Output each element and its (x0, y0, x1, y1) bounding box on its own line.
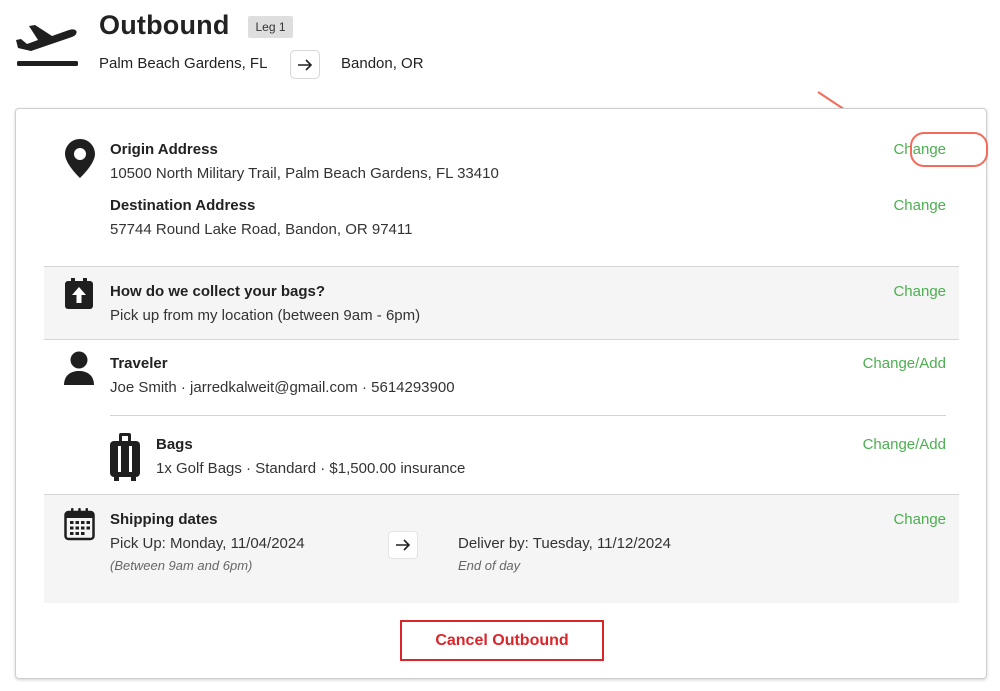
outbound-details-card: Origin Address 10500 North Military Trai… (15, 108, 988, 679)
destination-address-value: 57744 Round Lake Road, Bandon, OR 97411 (110, 221, 413, 238)
traveler-section: Traveler Joe Smith · jarredkalweit@gmail… (44, 340, 959, 494)
origin-address-value: 10500 North Military Trail, Palm Beach G… (110, 165, 499, 182)
bags-label: Bags (156, 436, 193, 453)
destination-address-label: Destination Address (110, 197, 256, 214)
pickup-date: Pick Up: Monday, 11/04/2024 (110, 535, 305, 552)
calendar-icon (64, 508, 95, 541)
deliver-note: End of day (458, 558, 521, 573)
pickup-note: (Between 9am and 6pm) (110, 558, 253, 573)
traveler-bags-divider (110, 415, 946, 416)
person-icon (64, 351, 94, 385)
plane-departure-icon (16, 25, 78, 66)
address-section: Origin Address 10500 North Military Trai… (44, 109, 988, 266)
luggage-icon (110, 433, 140, 481)
bag-pickup-icon (65, 278, 93, 309)
collection-section: How do we collect your bags? Pick up fro… (44, 267, 959, 339)
change-add-traveler-button[interactable]: Change/Add (863, 355, 946, 372)
change-shipping-dates-button[interactable]: Change (893, 511, 946, 528)
change-collection-button[interactable]: Change (893, 283, 946, 300)
leg-badge: Leg 1 (248, 16, 293, 38)
highlight-annotation (910, 132, 988, 167)
route-origin-city: Palm Beach Gardens, FL (99, 55, 268, 72)
route-destination-city: Bandon, OR (341, 55, 424, 72)
route-arrow (290, 50, 320, 79)
shipping-dates-label: Shipping dates (110, 511, 218, 528)
origin-address-label: Origin Address (110, 141, 218, 158)
cancel-outbound-button[interactable]: Cancel Outbound (400, 620, 604, 661)
page-title: Outbound (99, 10, 230, 40)
traveler-label: Traveler (110, 355, 168, 372)
dates-arrow (388, 531, 418, 559)
deliver-date: Deliver by: Tuesday, 11/12/2024 (458, 535, 671, 552)
shipping-dates-section: Shipping dates Pick Up: Monday, 11/04/20… (44, 495, 959, 603)
traveler-value: Joe Smith · jarredkalweit@gmail.com · 56… (110, 379, 455, 396)
arrow-right-icon (396, 539, 411, 551)
change-add-bags-button[interactable]: Change/Add (863, 436, 946, 453)
arrow-right-icon (298, 58, 313, 71)
page-header: Outbound Leg 1 Palm Beach Gardens, FL Ba… (0, 0, 1000, 100)
collection-value: Pick up from my location (between 9am - … (110, 307, 421, 324)
bags-value: 1x Golf Bags · Standard · $1,500.00 insu… (156, 460, 466, 477)
collection-label: How do we collect your bags? (110, 283, 326, 300)
map-pin-icon (65, 139, 95, 178)
change-destination-button[interactable]: Change (893, 197, 946, 214)
